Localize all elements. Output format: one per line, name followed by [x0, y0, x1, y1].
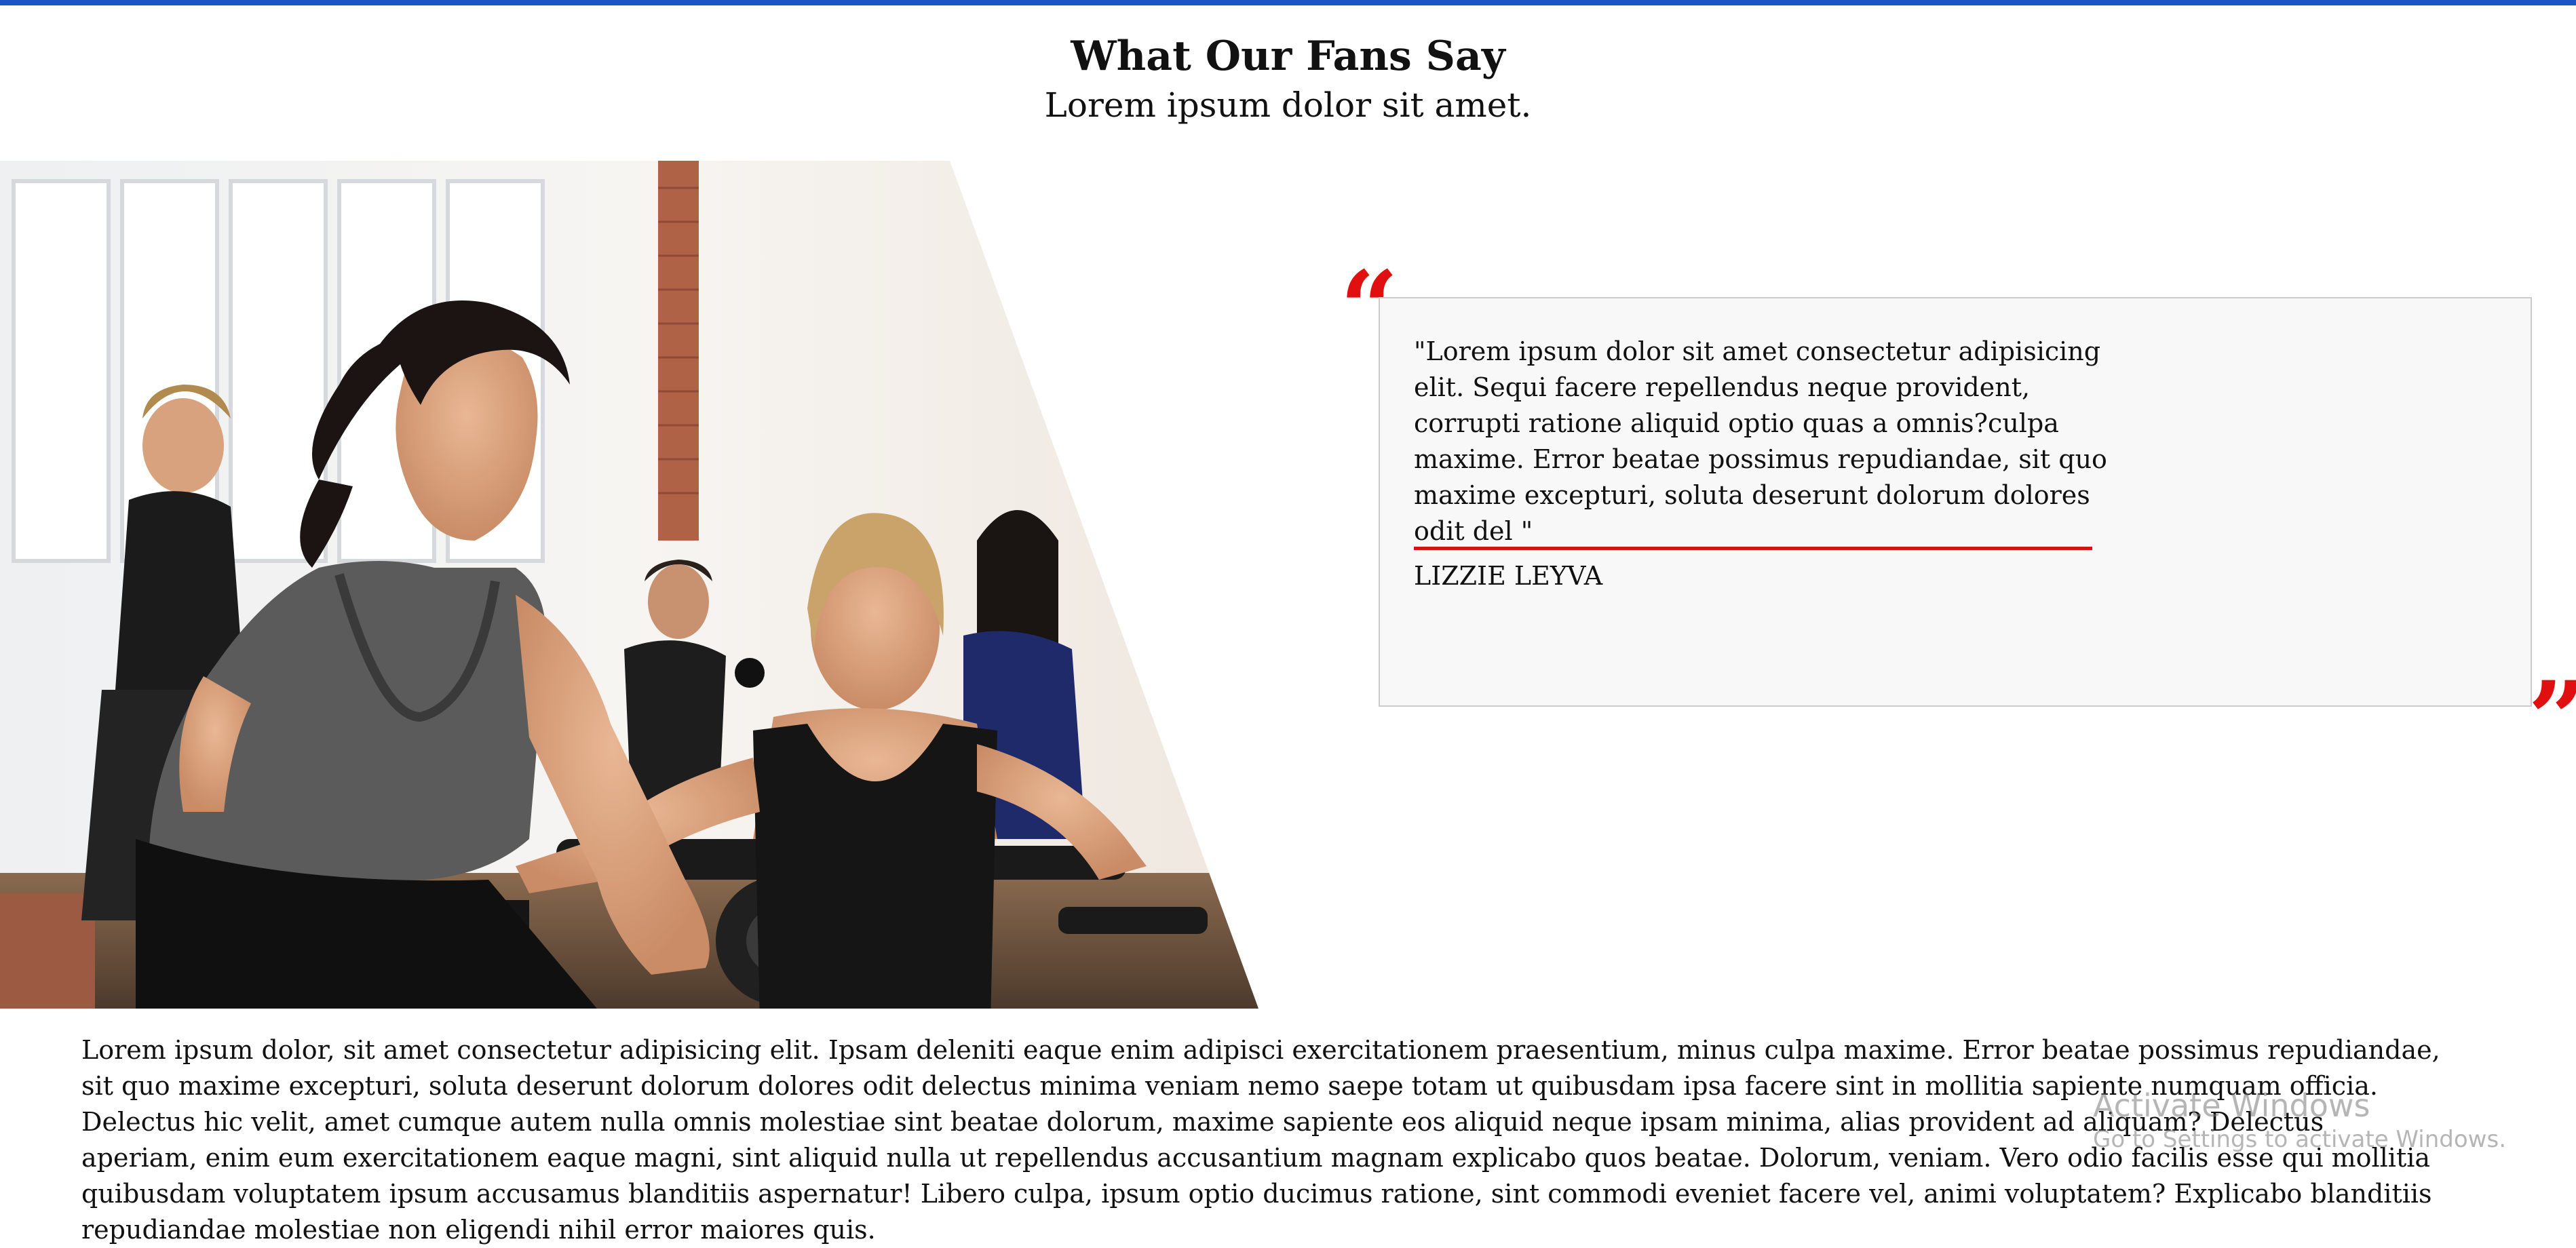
top-accent-bar [0, 0, 2576, 5]
testimonial-divider [1414, 547, 2092, 550]
testimonial-author: LIZZIE LEYVA [1414, 561, 1603, 591]
section-title: What Our Fans Say [1071, 33, 1505, 80]
body-paragraph: Lorem ipsum dolor, sit amet consectetur … [81, 1035, 2440, 1245]
testimonial-text: "Lorem ipsum dolor sit amet consectetur … [1414, 336, 2107, 546]
testimonial-card: "Lorem ipsum dolor sit amet consectetur … [1379, 297, 2532, 707]
photo-illustration [0, 161, 1258, 1009]
section-header: What Our Fans Say Lorem ipsum dolor sit … [0, 30, 2576, 128]
hero-photo [0, 161, 1258, 1009]
section-subtitle: Lorem ipsum dolor sit amet. [1044, 85, 1532, 125]
close-quote-icon: ” [2528, 668, 2576, 770]
